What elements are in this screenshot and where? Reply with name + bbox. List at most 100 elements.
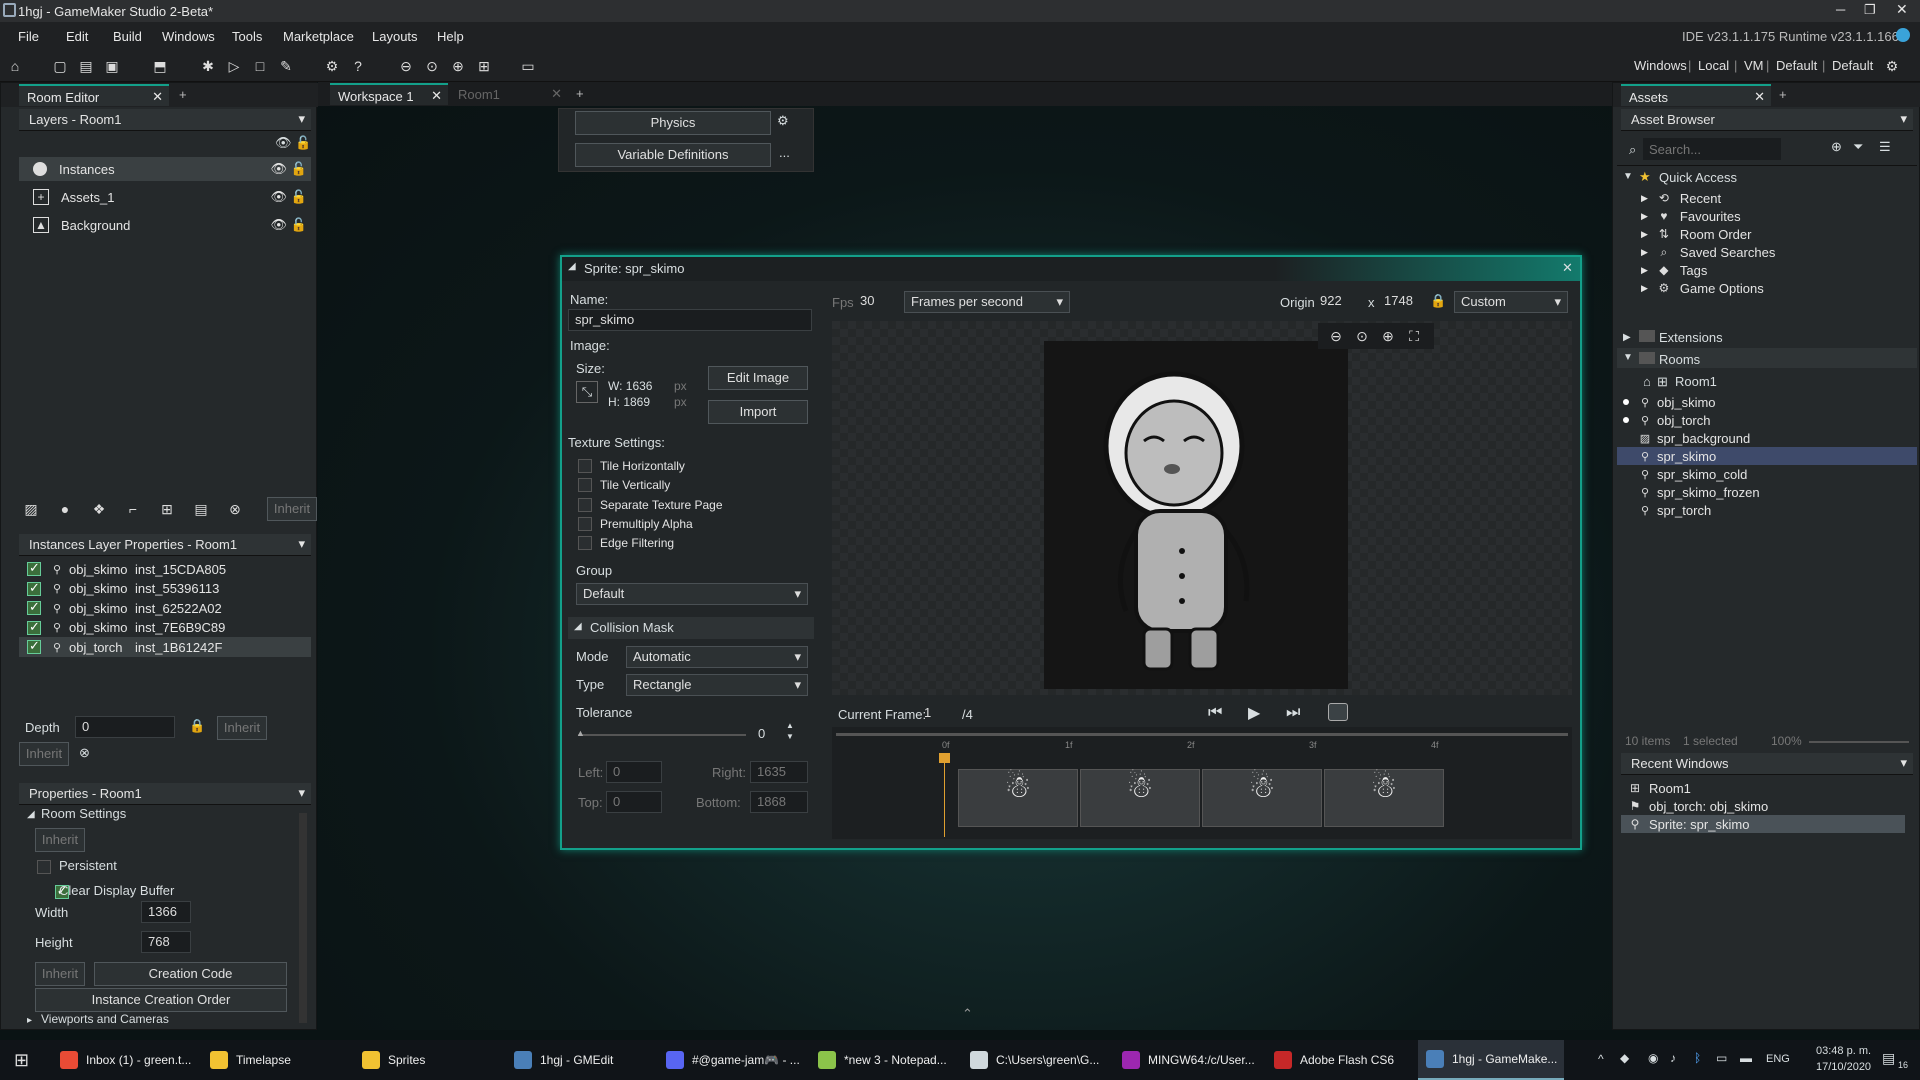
expand-icon[interactable]: ▶ [1641,193,1648,204]
menu-windows[interactable]: Windows [162,29,215,44]
taskbar-item[interactable]: Sprites [354,1040,506,1080]
collapse-icon[interactable]: ◢ [574,621,582,632]
persistent-checkbox[interactable] [37,860,51,874]
menu-build[interactable]: Build [113,29,142,44]
close-tab-icon[interactable]: ✕ [431,88,442,104]
layer-row-background[interactable]: ▲ Background 👁 🔓 [19,213,311,237]
instance-visible-checkbox[interactable] [27,619,41,635]
quick-access-item[interactable]: ▶ ◆ Tags [1613,261,1913,279]
spin-up-icon[interactable]: ▲ [786,721,794,730]
target-config[interactable]: Default [1776,58,1817,73]
lock-icon[interactable]: 🔓 [291,217,307,233]
instance-visible-checkbox[interactable] [27,638,41,654]
taskbar-item[interactable]: Adobe Flash CS6 [1266,1040,1418,1080]
resize-icon[interactable]: ⤡ [576,381,598,403]
inherit-layer-button[interactable]: Inherit [267,497,317,521]
close-tab-icon[interactable]: ✕ [551,86,562,102]
minimize-icon[interactable]: ─ [1836,2,1845,17]
inherit-room-button[interactable]: Inherit [35,828,85,852]
mode-dropdown[interactable]: Automatic [626,646,808,668]
quick-access-label[interactable]: Quick Access [1659,170,1737,185]
recent-window-item[interactable]: ⊞ Room1 [1621,779,1905,797]
variable-definitions-button[interactable]: Variable Definitions [575,143,771,167]
zoom-slider[interactable] [1809,741,1909,743]
tray-app-icon[interactable]: ◆ [1620,1051,1629,1065]
add-tab-icon[interactable]: + [576,86,584,101]
eye-icon[interactable]: 👁 [270,217,287,233]
collapse-icon[interactable]: ◢ [568,261,576,272]
filter-icon[interactable]: ⏷ [1853,139,1863,155]
timeline-scrollbar[interactable] [836,733,1568,736]
variable-definitions-menu[interactable]: ... [779,145,790,160]
lock-icon[interactable]: 🔓 [295,135,311,151]
asset-browser-header[interactable]: Asset Browser ▾ [1621,109,1913,131]
chevron-down-icon[interactable]: ▾ [1900,755,1907,771]
zoom-reset-icon[interactable]: ⊙ [1352,326,1372,346]
debug-icon[interactable]: ✱ [198,56,218,76]
instance-row[interactable]: ⚲ obj_torch inst_1B61242F [19,637,311,657]
expand-icon[interactable]: ▶ [1641,265,1648,276]
zoom-in-icon[interactable]: ⊕ [1378,326,1398,346]
recent-window-item[interactable]: ⚲ Sprite: spr_skimo [1621,815,1905,833]
left-field[interactable]: 0 [606,761,662,783]
instance-visible-checkbox[interactable] [27,560,41,576]
skip-back-icon[interactable]: ⏮ [1208,704,1222,722]
bluetooth-icon[interactable]: ᛒ [1694,1051,1701,1065]
chevron-down-icon[interactable]: ▾ [1900,111,1907,127]
origin-y-field[interactable]: 1748 [1378,291,1424,313]
taskbar-item[interactable]: 1hgj - GMEdit [506,1040,658,1080]
tolerance-slider[interactable] [578,734,746,736]
play-icon[interactable]: ▶ [1248,703,1260,723]
tab-room-editor[interactable]: Room Editor ✕ [19,84,169,106]
inherit-code-button[interactable]: Inherit [35,962,85,986]
quick-access-item[interactable]: ▶ ⚙ Game Options [1613,279,1913,297]
lock-icon[interactable]: 🔓 [291,161,307,177]
inherit-instances-button[interactable]: Inherit [19,742,69,766]
add-background-layer-icon[interactable]: ▨ [21,499,41,519]
add-folder-icon[interactable]: ▤ [191,499,211,519]
instance-row[interactable]: ⚲ obj_skimo inst_15CDA805 [19,559,311,579]
expand-icon[interactable]: ▼ [1623,171,1633,182]
depth-field[interactable]: 0 [75,716,175,738]
fps-field[interactable]: 30 [854,291,894,313]
physics-button[interactable]: Physics [575,111,771,135]
expand-icon[interactable]: ▶ [1641,211,1648,222]
asset-item[interactable]: ⚲ obj_skimo [1617,393,1917,411]
expand-icon[interactable]: ▸ [27,1015,32,1026]
expand-icon[interactable]: ▶ [1641,283,1648,294]
edit-image-button[interactable]: Edit Image [708,366,808,390]
sprite-name-field[interactable]: spr_skimo [568,309,812,331]
group-dropdown[interactable]: Default [576,583,808,605]
properties-scrollbar[interactable] [299,813,307,1023]
taskbar-item[interactable]: Timelapse [202,1040,354,1080]
asset-item[interactable]: ⚲ spr_skimo [1617,447,1917,465]
eye-icon[interactable]: 👁 [275,135,292,151]
loop-icon[interactable] [1328,703,1348,721]
sprite-canvas[interactable]: ⊖ ⊙ ⊕ ⛶ [832,321,1572,695]
taskbar-item[interactable]: 1hgj - GameMake... [1418,1040,1564,1080]
eye-icon[interactable]: 👁 [270,161,287,177]
skip-forward-icon[interactable]: ⏭ [1286,704,1300,722]
target-vm[interactable]: VM [1744,58,1764,73]
add-path-layer-icon[interactable]: ⌐ [123,499,143,519]
expand-icon[interactable]: ▶ [1641,247,1648,258]
clock-date[interactable]: 17/10/2020 [1816,1061,1871,1073]
layer-row-assets[interactable]: + Assets_1 👁 🔓 [19,185,311,209]
frame-thumbnail-3[interactable]: ☃ [1202,769,1322,827]
lock-icon[interactable]: 🔒 [189,718,205,734]
texture-option-checkbox[interactable] [578,478,592,493]
tray-chevron-icon[interactable]: ^ [1598,1052,1604,1066]
timeline[interactable]: 0f 1f 2f 3f 4f ☃ ☃ ☃ ☃ [832,727,1572,839]
asset-item[interactable]: ⚲ spr_torch [1617,501,1917,519]
open-project-icon[interactable]: ▤ [76,56,96,76]
instance-row[interactable]: ⚲ obj_skimo inst_62522A02 [19,598,311,618]
instance-creation-order-button[interactable]: Instance Creation Order [35,988,287,1012]
inherit-depth-button[interactable]: Inherit [217,716,267,740]
top-field[interactable]: 0 [606,791,662,813]
room-height-field[interactable]: 768 [141,931,191,953]
sprite-editor-titlebar[interactable]: ◢ Sprite: spr_skimo ✕ [562,257,1580,281]
target-settings-icon[interactable]: ⚙ [1882,56,1902,76]
frame-thumbnail-2[interactable]: ☃ [1080,769,1200,827]
output-icon[interactable]: ▭ [518,56,538,76]
gear-icon[interactable]: ⚙ [777,113,789,129]
